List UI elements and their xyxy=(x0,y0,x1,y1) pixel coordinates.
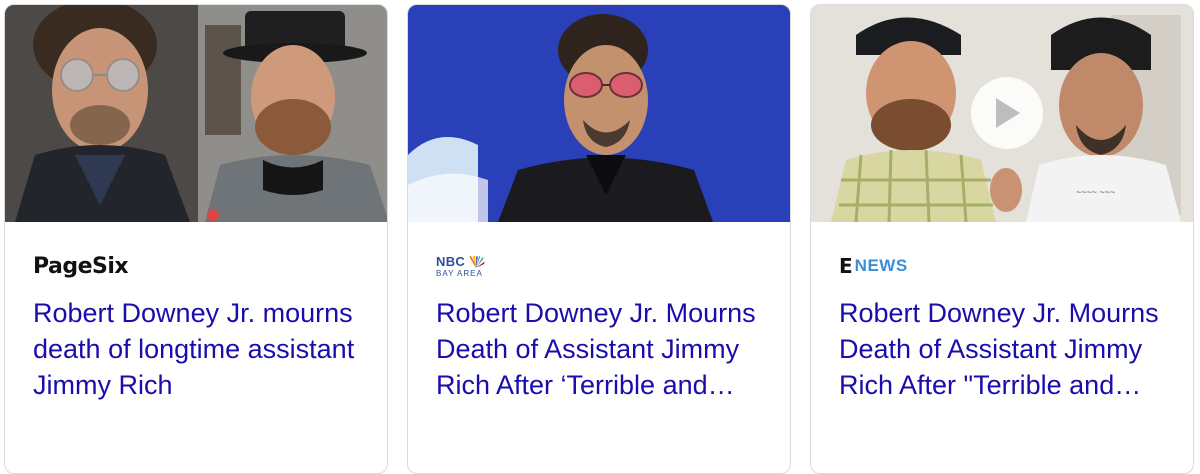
news-card-enews[interactable]: ~~~~ ~~~ E NEWS Robert Downey Jr. Mourns… xyxy=(810,4,1194,474)
svg-text:~~~~ ~~~: ~~~~ ~~~ xyxy=(1076,187,1115,197)
play-icon xyxy=(996,98,1020,128)
news-headline-link[interactable]: Robert Downey Jr. Mourns Death of Assist… xyxy=(839,295,1169,403)
source-logo-e: E xyxy=(839,254,853,278)
news-card-pagesix[interactable]: PageSix Robert Downey Jr. mourns death o… xyxy=(4,4,388,474)
news-headline-link[interactable]: Robert Downey Jr. mourns death of longti… xyxy=(33,295,363,403)
news-card-nbc[interactable]: NBC BAY AREA Robert Downey Jr. Mourns De… xyxy=(407,4,791,474)
news-headline-link[interactable]: Robert Downey Jr. Mourns Death of Assist… xyxy=(436,295,766,403)
source-logo-enews: E NEWS xyxy=(839,251,908,281)
peacock-icon xyxy=(469,255,485,268)
news-thumbnail[interactable] xyxy=(408,5,790,222)
play-button[interactable] xyxy=(971,77,1043,149)
source-name: NBC xyxy=(436,253,466,269)
source-name: NEWS xyxy=(854,256,908,275)
source-name: PageSix xyxy=(33,253,129,279)
source-logo-nbc: NBC BAY AREA xyxy=(436,251,485,281)
source-logo-pagesix: PageSix xyxy=(33,251,129,281)
news-thumbnail[interactable] xyxy=(5,5,387,222)
thumbnail-photo-image xyxy=(408,5,790,222)
news-thumbnail-video[interactable]: ~~~~ ~~~ xyxy=(811,5,1193,222)
thumbnail-photo-image xyxy=(5,5,387,222)
source-subname: BAY AREA xyxy=(436,268,483,278)
